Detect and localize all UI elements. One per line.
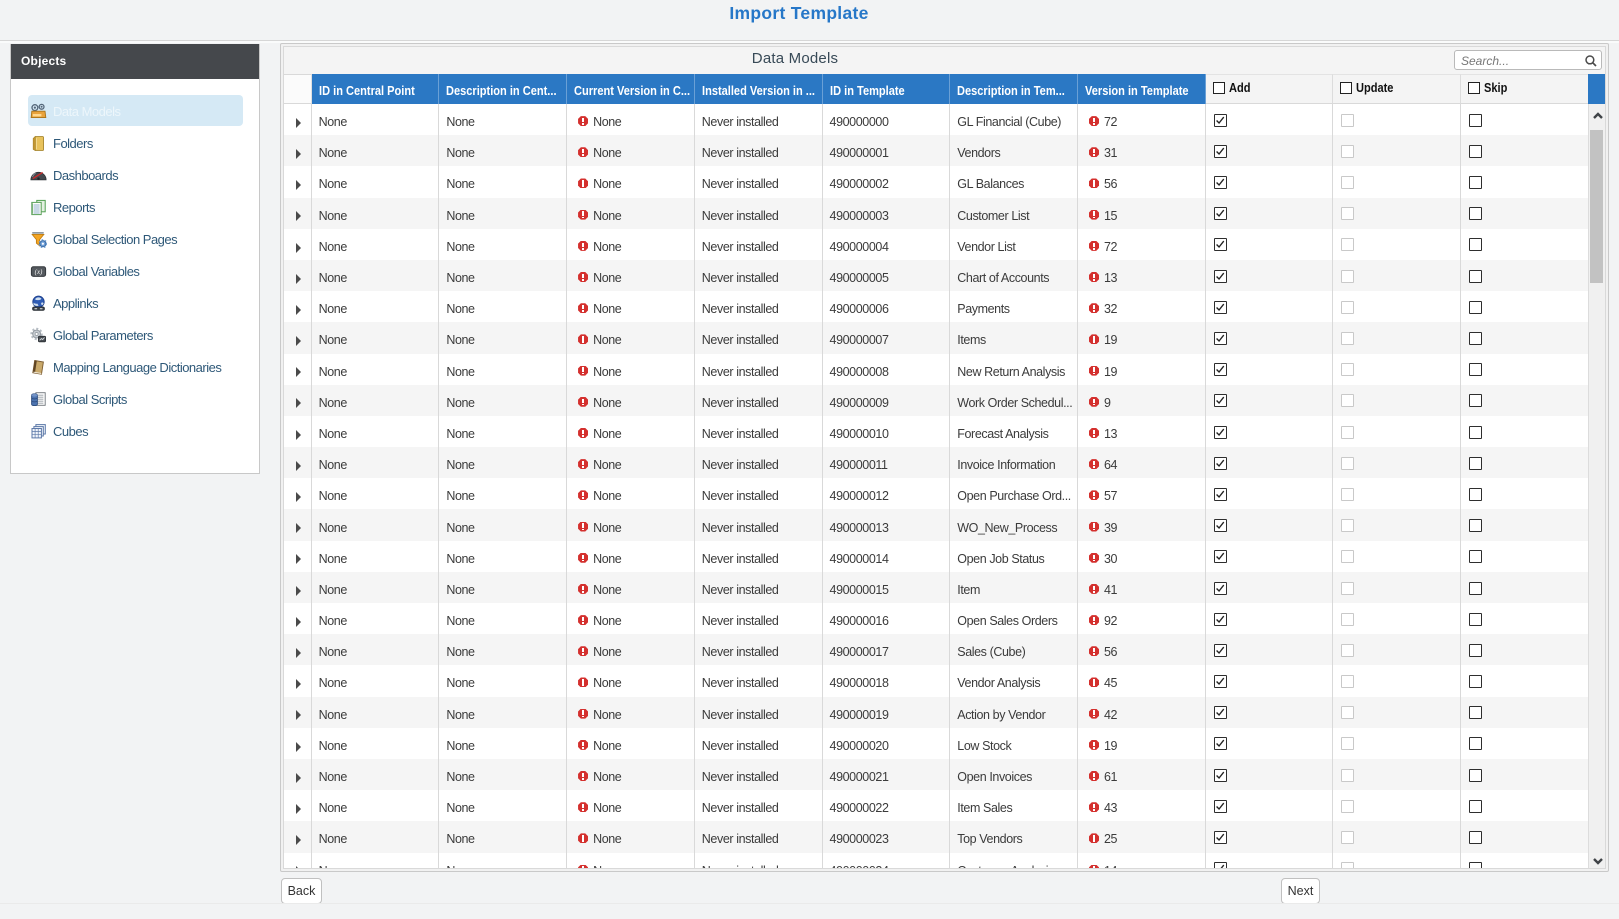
svg-text:(x): (x) [35,268,43,276]
